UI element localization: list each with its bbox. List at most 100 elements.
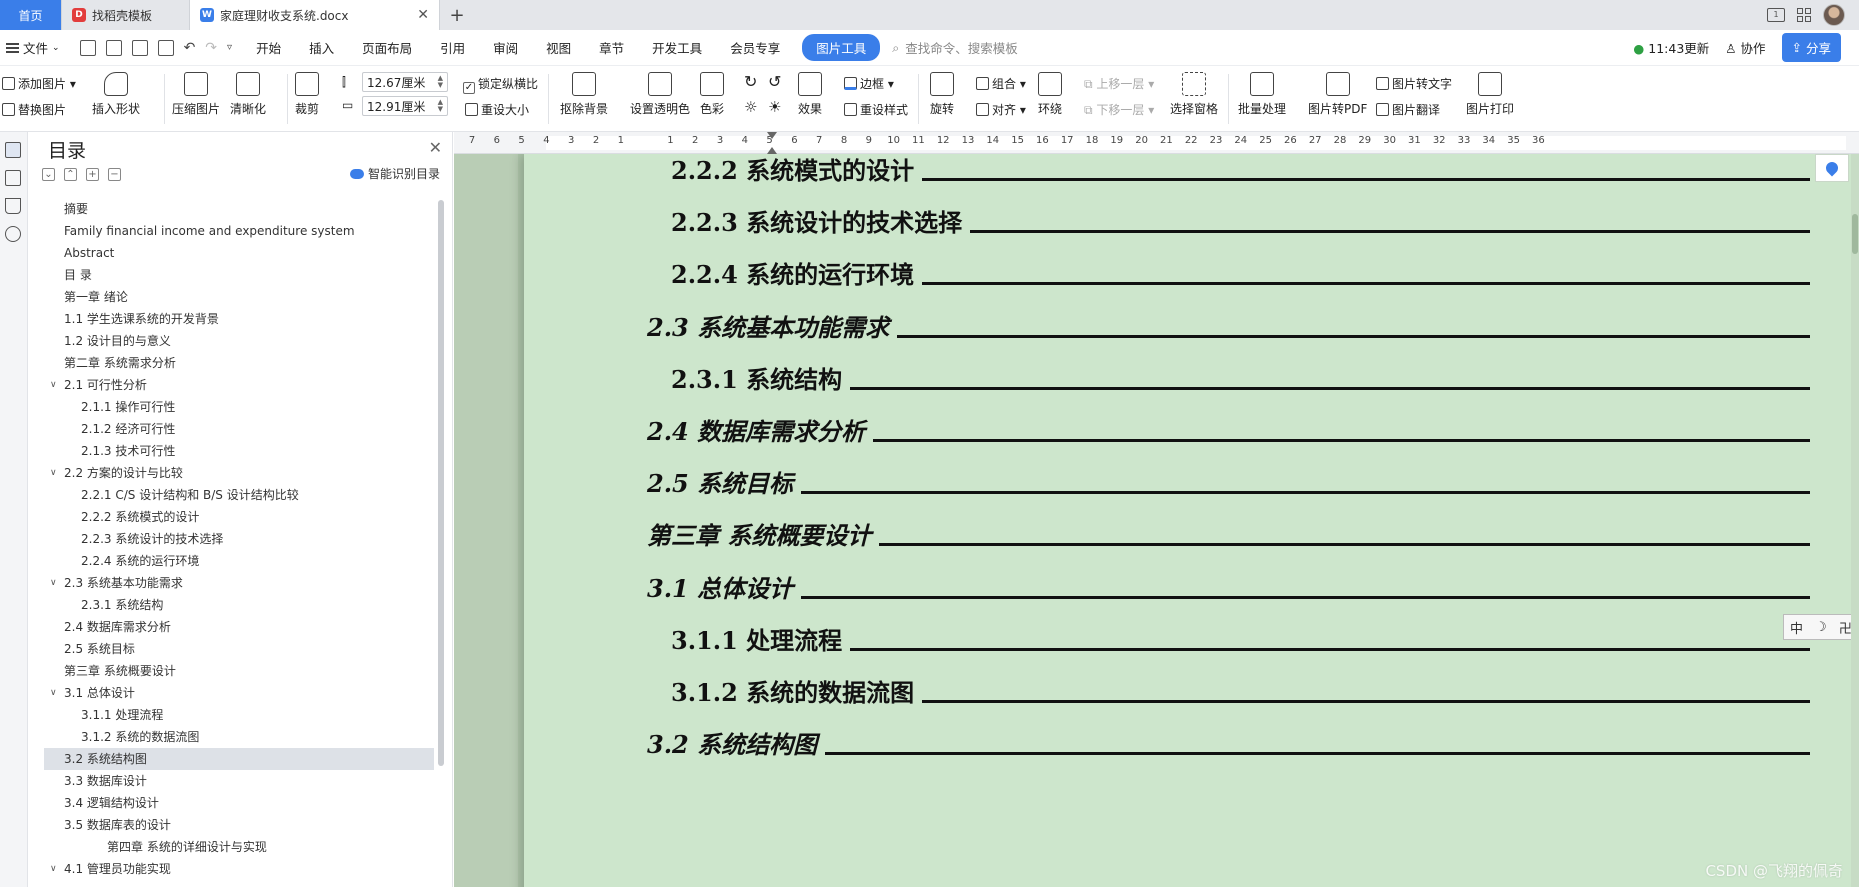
toc-item[interactable]: 3.1.1 处理流程 bbox=[44, 704, 434, 726]
remove-heading-icon[interactable]: − bbox=[108, 168, 121, 181]
border-button[interactable]: 边框 ▾ bbox=[844, 75, 894, 92]
toc-item[interactable]: 摘要 bbox=[44, 198, 434, 220]
toc-scrollbar[interactable] bbox=[438, 200, 444, 766]
toc-item[interactable]: ∨ 4.1 管理员功能实现 bbox=[44, 858, 434, 880]
toc-item[interactable]: 第三章 系统概要设计 bbox=[44, 660, 434, 682]
width-input[interactable]: 12.67厘米 ▲ ▼ bbox=[362, 72, 448, 92]
toc-item[interactable]: 第四章 系统的详细设计与实现 bbox=[44, 836, 434, 858]
toc-item[interactable]: 2.1.2 经济可行性 bbox=[44, 418, 434, 440]
toc-item[interactable]: 3.4 逻辑结构设计 bbox=[44, 792, 434, 814]
chevron-down-icon[interactable]: ∨ bbox=[50, 858, 57, 880]
layout-icon[interactable]: 1 bbox=[1767, 8, 1785, 22]
collab-button[interactable]: ♙ 协作 bbox=[1725, 38, 1765, 57]
toc-item[interactable]: 3.2 系统结构图 bbox=[44, 748, 434, 770]
print-preview-icon[interactable] bbox=[157, 39, 174, 56]
document-page[interactable]: 2.2.2 系统模式的设计 2.2.3 系统设计的技术选择 2.2.4 系统的运行环… bbox=[524, 154, 1859, 887]
apps-grid-icon[interactable] bbox=[1797, 8, 1811, 22]
document-toc-entry[interactable]: 2.3 系统基本功能需求 bbox=[647, 303, 1810, 343]
bookmark-icon[interactable] bbox=[5, 198, 21, 214]
bring-forward-button[interactable]: ⧉ 上移一层 ▾ bbox=[1084, 75, 1154, 92]
tab-template[interactable]: D 找稻壳模板 bbox=[62, 0, 190, 30]
print-image-button[interactable]: 图片打印 bbox=[1466, 72, 1514, 117]
ime-mode[interactable]: 中 bbox=[1790, 618, 1803, 637]
lock-ratio-checkbox[interactable]: ✓ 锁定纵横比 bbox=[463, 75, 538, 94]
collapse-all-icon[interactable]: ⌄ bbox=[42, 168, 55, 181]
expand-all-icon[interactable]: ⌃ bbox=[64, 168, 77, 181]
toc-item[interactable]: 3.5 数据库表的设计 bbox=[44, 814, 434, 836]
toc-item[interactable]: 2.2.3 系统设计的技术选择 bbox=[44, 528, 434, 550]
menu-member[interactable]: 会员专享 bbox=[716, 38, 794, 57]
to-pdf-button[interactable]: 图片转PDF bbox=[1308, 72, 1367, 117]
chevron-down-icon[interactable]: ∨ bbox=[50, 572, 57, 594]
brightness-icon[interactable]: ☼ bbox=[744, 98, 757, 116]
search-icon[interactable] bbox=[5, 226, 21, 242]
location-button[interactable] bbox=[1815, 154, 1849, 182]
toc-pane-icon[interactable] bbox=[5, 142, 21, 158]
send-backward-button[interactable]: ⧉ 下移一层 ▾ bbox=[1084, 101, 1154, 118]
close-icon[interactable]: ✕ bbox=[417, 7, 429, 23]
rotate-right-icon[interactable]: ↺ bbox=[768, 72, 781, 91]
add-heading-icon[interactable]: + bbox=[86, 168, 99, 181]
effect-button[interactable]: 效果 bbox=[798, 72, 822, 117]
color-button[interactable]: 色彩 bbox=[700, 72, 724, 117]
punctuation-icon[interactable]: 卍 bbox=[1839, 618, 1852, 637]
rotate-left-icon[interactable]: ↻ bbox=[744, 72, 757, 91]
width-spinner[interactable]: ▲ ▼ bbox=[438, 75, 443, 89]
toc-item[interactable]: 2.5 系统目标 bbox=[44, 638, 434, 660]
toc-item[interactable]: 1.1 学生选课系统的开发背景 bbox=[44, 308, 434, 330]
chevron-down-icon[interactable]: ∨ bbox=[50, 462, 57, 484]
indent-marker[interactable] bbox=[767, 132, 777, 154]
toc-item[interactable]: 2.1.3 技术可行性 bbox=[44, 440, 434, 462]
toc-item[interactable]: Abstract bbox=[44, 242, 434, 264]
add-image-button[interactable]: 添加图片 ▾ bbox=[2, 75, 76, 92]
moon-icon[interactable]: ☽ bbox=[1815, 620, 1827, 635]
document-toc-entry[interactable]: 2.2.3 系统设计的技术选择 bbox=[671, 198, 1810, 238]
toc-item[interactable]: ∨ 2.3 系统基本功能需求 bbox=[44, 572, 434, 594]
translate-button[interactable]: 图片翻译 bbox=[1376, 101, 1440, 118]
toc-item[interactable]: 2.4 数据库需求分析 bbox=[44, 616, 434, 638]
toc-item[interactable]: 2.3.1 系统结构 bbox=[44, 594, 434, 616]
customize-icon[interactable]: ▿ bbox=[227, 42, 232, 53]
toc-item[interactable]: 2.2.4 系统的运行环境 bbox=[44, 550, 434, 572]
nav-pane-icon[interactable] bbox=[5, 170, 21, 186]
ime-toolbar[interactable]: 中 ☽ 卍 bbox=[1783, 614, 1859, 640]
undo-icon[interactable]: ↶ bbox=[184, 40, 196, 56]
avatar[interactable] bbox=[1823, 4, 1845, 26]
height-spinner[interactable]: ▲ ▼ bbox=[438, 99, 443, 113]
rotate-button[interactable]: 旋转 bbox=[930, 72, 954, 117]
horizontal-ruler[interactable]: 7 6 5 4 3 2 1 1 2 3 4 5 6 7 8 9 10 11 12 13 14 15 16 17 18 19 20 21… bbox=[454, 132, 1859, 154]
scrollbar-thumb[interactable] bbox=[1852, 214, 1858, 254]
chevron-down-icon[interactable]: ∨ bbox=[50, 682, 57, 704]
toc-item[interactable]: 第一章 绪论 bbox=[44, 286, 434, 308]
redo-icon[interactable]: ↷ bbox=[205, 40, 217, 56]
menu-picture-tools[interactable]: 图片工具 bbox=[802, 34, 881, 61]
insert-shape-button[interactable]: 插入形状 bbox=[92, 72, 140, 117]
toc-item[interactable]: ∨ 2.1 可行性分析 bbox=[44, 374, 434, 396]
document-toc-entry[interactable]: 2.5 系统目标 bbox=[647, 459, 1810, 499]
document-toc-entry[interactable]: 2.4 数据库需求分析 bbox=[647, 407, 1810, 447]
update-status[interactable]: ● 11:43更新 bbox=[1633, 38, 1709, 57]
menu-page-layout[interactable]: 页面布局 bbox=[348, 38, 426, 57]
menu-chapter[interactable]: 章节 bbox=[585, 38, 638, 57]
toc-item[interactable]: 第二章 系统需求分析 bbox=[44, 352, 434, 374]
menu-insert[interactable]: 插入 bbox=[295, 38, 348, 57]
height-input[interactable]: 12.91厘米 ▲ ▼ bbox=[362, 96, 448, 116]
document-toc-entry[interactable]: 3.2 系统结构图 bbox=[647, 720, 1810, 760]
smart-toc-button[interactable]: 智能识别目录 bbox=[349, 165, 440, 182]
clarify-button[interactable]: 清晰化 bbox=[230, 72, 266, 117]
toc-item[interactable]: 2.2.1 C/S 设计结构和 B/S 设计结构比较 bbox=[44, 484, 434, 506]
menu-view[interactable]: 视图 bbox=[532, 38, 585, 57]
group-button[interactable]: 组合 ▾ bbox=[976, 75, 1026, 92]
close-icon[interactable]: ✕ bbox=[429, 138, 442, 157]
to-text-button[interactable]: 图片转文字 bbox=[1376, 75, 1452, 92]
vertical-scrollbar[interactable] bbox=[1851, 154, 1859, 887]
toc-item[interactable]: ∨ 2.2 方案的设计与比较 bbox=[44, 462, 434, 484]
reset-size-button[interactable]: 重设大小 bbox=[465, 101, 529, 118]
command-search[interactable]: ⌕ 查找命令、搜索模板 bbox=[892, 38, 1018, 57]
replace-image-button[interactable]: 替换图片 bbox=[2, 101, 66, 118]
crop-button[interactable]: 裁剪 bbox=[295, 72, 319, 117]
share-button[interactable]: ⇪ 分享 bbox=[1781, 33, 1841, 62]
file-menu-button[interactable]: 文件 ⌄ bbox=[0, 38, 70, 57]
compress-image-button[interactable]: 压缩图片 bbox=[172, 72, 220, 117]
menu-developer[interactable]: 开发工具 bbox=[638, 38, 716, 57]
